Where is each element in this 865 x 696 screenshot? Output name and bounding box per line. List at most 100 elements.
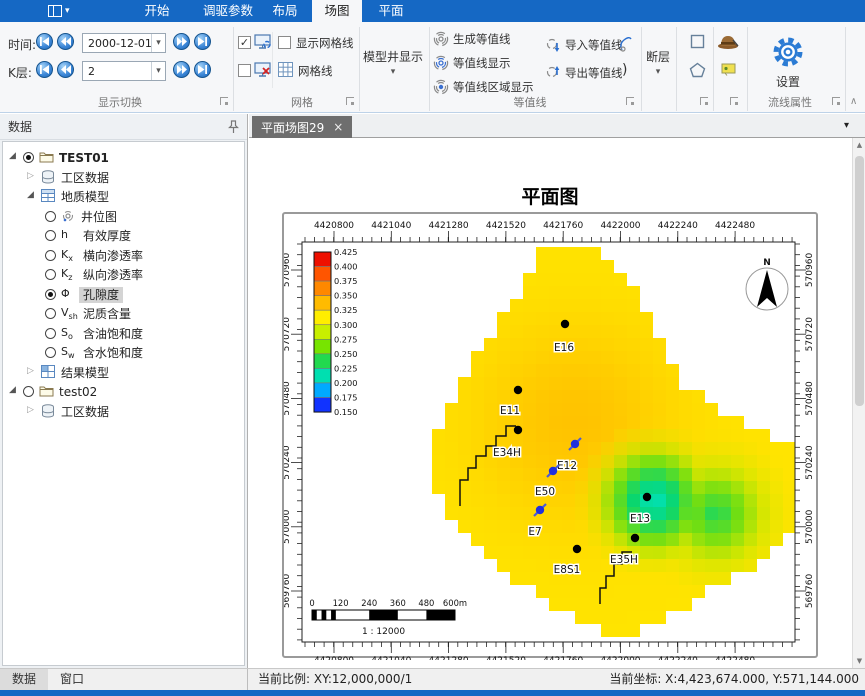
generate-contour-button[interactable]: 生成等值线 — [433, 31, 511, 47]
y-axis-label: 570720 — [805, 317, 815, 352]
klayer-prev-button[interactable] — [57, 61, 74, 78]
tree-radio[interactable] — [45, 211, 56, 222]
contour-edit-icon[interactable] — [618, 35, 634, 53]
tree-radio[interactable] — [45, 250, 56, 261]
tree-radio[interactable] — [45, 289, 56, 300]
tree-radio[interactable] — [45, 308, 56, 319]
tree-radio[interactable] — [23, 386, 34, 397]
time-first-button[interactable] — [36, 33, 53, 50]
tree-item-地质模型[interactable]: ◢地质模型 — [3, 187, 244, 206]
tree-item-工区数据[interactable]: ▷工区数据 — [3, 168, 244, 187]
tree-radio[interactable] — [23, 152, 34, 163]
close-icon[interactable]: × — [333, 120, 343, 134]
time-last-button[interactable] — [194, 33, 211, 50]
tree-radio[interactable] — [45, 269, 56, 280]
tree-item-纵向渗透率[interactable]: Kz纵向渗透率 — [3, 265, 244, 284]
legend-band — [314, 398, 331, 413]
tree-item-孔隙度[interactable]: Φ孔隙度 — [3, 285, 244, 304]
monitor-x-icon[interactable] — [254, 62, 272, 78]
vertical-scrollbar[interactable]: ▲ ▼ — [852, 138, 865, 668]
monitor-refresh-icon[interactable] — [254, 34, 272, 50]
tree-radio[interactable] — [45, 328, 56, 339]
time-prev-button[interactable] — [57, 33, 74, 50]
document-tab-plane-map[interactable]: 平面场图29 × — [252, 116, 352, 138]
tree-item-泥质含量[interactable]: Vsh泥质含量 — [3, 304, 244, 323]
app-window-icon — [48, 5, 62, 17]
shapes-dialog-launcher[interactable] — [700, 97, 708, 105]
panel-tab-data[interactable]: 数据 — [0, 669, 48, 691]
tree-item-test02[interactable]: ◢test02 — [3, 382, 244, 401]
klayer-next-button[interactable] — [173, 61, 190, 78]
titlebar: ▾ 开始 调驱参数 布局 场图 平面 — [0, 0, 865, 22]
tree-expander-icon[interactable]: ◢ — [9, 385, 16, 395]
annotation-dialog-launcher[interactable] — [730, 97, 738, 105]
chevron-down-icon[interactable]: ▾ — [151, 34, 165, 52]
screen-display-checkbox[interactable]: ✓ — [238, 36, 251, 49]
tab-flooding-params[interactable]: 调驱参数 — [192, 0, 264, 22]
rectangle-shape-icon[interactable] — [690, 34, 705, 49]
tab-layout[interactable]: 布局 — [262, 0, 308, 22]
tree-item-井位图[interactable]: 井位图 — [3, 207, 244, 226]
time-label: 时间: — [8, 36, 36, 53]
gridlines-button[interactable]: 网格线 — [298, 63, 333, 79]
collapse-ribbon-icon[interactable]: ∧ — [850, 96, 857, 107]
tree-expander-icon[interactable]: ▷ — [27, 171, 34, 181]
show-gridlines-label[interactable]: 显示网格线 — [296, 35, 354, 51]
klayer-first-button[interactable] — [36, 61, 53, 78]
hat-tool-icon[interactable] — [717, 32, 739, 50]
legend-value: 0.200 — [334, 378, 357, 388]
screen-hide-checkbox[interactable] — [238, 64, 251, 77]
settings-label: 设置 — [776, 73, 800, 90]
klayer-select[interactable]: 2 ▾ — [82, 61, 166, 81]
tree-item-TEST01[interactable]: ◢TEST01 — [3, 148, 244, 167]
tree-expander-icon[interactable]: ◢ — [27, 190, 34, 200]
tree-expander-icon[interactable]: ▷ — [27, 405, 34, 415]
arc-tool-icon[interactable]: ) — [622, 62, 627, 78]
tree-expander-icon[interactable]: ◢ — [9, 151, 16, 161]
app-menu-button[interactable]: ▾ — [48, 2, 86, 20]
tree-item-工区数据[interactable]: ▷工区数据 — [3, 402, 244, 421]
tab-field-map[interactable]: 场图 — [312, 0, 362, 22]
tree-item-结果模型[interactable]: ▷结果模型 — [3, 363, 244, 382]
settings-button[interactable]: 设置 — [752, 26, 824, 98]
tree-radio[interactable] — [45, 347, 56, 358]
tab-start[interactable]: 开始 — [134, 0, 180, 22]
label-tag-icon[interactable] — [721, 63, 736, 76]
fault-button[interactable]: 断层 ▾ — [642, 30, 674, 94]
status-current-coords: 当前坐标: X:4,423,674.000, Y:571,144.000 — [609, 669, 859, 690]
model-well-display-button[interactable]: 模型井显示 ▾ — [360, 30, 426, 94]
export-contour-button[interactable]: 导出等值线 — [545, 65, 623, 81]
map-page[interactable]: 4420800442080044210404421040442128044212… — [282, 212, 818, 658]
legend-band — [314, 368, 331, 383]
scroll-up-icon[interactable]: ▲ — [853, 141, 865, 149]
tree-item-横向渗透率[interactable]: Kx横向渗透率 — [3, 246, 244, 265]
pin-icon[interactable] — [228, 120, 239, 134]
tree-item-含水饱和度[interactable]: Sw含水饱和度 — [3, 343, 244, 362]
grid-dialog-launcher[interactable] — [346, 97, 354, 105]
time-next-button[interactable] — [173, 33, 190, 50]
tab-plane[interactable]: 平面 — [368, 0, 414, 22]
legend-band — [314, 339, 331, 354]
show-contour-button[interactable]: 等值线显示 — [433, 55, 511, 71]
show-gridlines-checkbox[interactable] — [278, 36, 291, 49]
tree-radio[interactable] — [45, 230, 56, 241]
streamline-dialog-launcher[interactable] — [832, 97, 840, 105]
chevron-down-icon[interactable]: ▾ — [151, 62, 165, 80]
contour-dialog-launcher[interactable] — [626, 97, 634, 105]
scrollbar-thumb[interactable] — [855, 156, 864, 406]
gridlines-icon[interactable] — [278, 62, 293, 77]
scroll-down-icon[interactable]: ▼ — [853, 657, 865, 665]
show-contour-region-button[interactable]: 等值线区域显示 — [433, 79, 534, 95]
generate-contour-label: 生成等值线 — [453, 31, 511, 47]
tree-item-含油饱和度[interactable]: So含油饱和度 — [3, 324, 244, 343]
time-select[interactable]: 2000-12-01 ▾ — [82, 33, 166, 53]
tree-item-有效厚度[interactable]: h有效厚度 — [3, 226, 244, 245]
document-tab-label: 平面场图29 — [261, 119, 324, 136]
tab-list-dropdown-icon[interactable]: ▾ — [844, 120, 849, 131]
import-contour-button[interactable]: 导入等值线 — [545, 37, 623, 53]
panel-tab-window[interactable]: 窗口 — [48, 669, 96, 691]
display-switch-dialog-launcher[interactable] — [220, 97, 228, 105]
polygon-shape-icon[interactable] — [689, 62, 706, 78]
tree-expander-icon[interactable]: ▷ — [27, 366, 34, 376]
klayer-last-button[interactable] — [194, 61, 211, 78]
